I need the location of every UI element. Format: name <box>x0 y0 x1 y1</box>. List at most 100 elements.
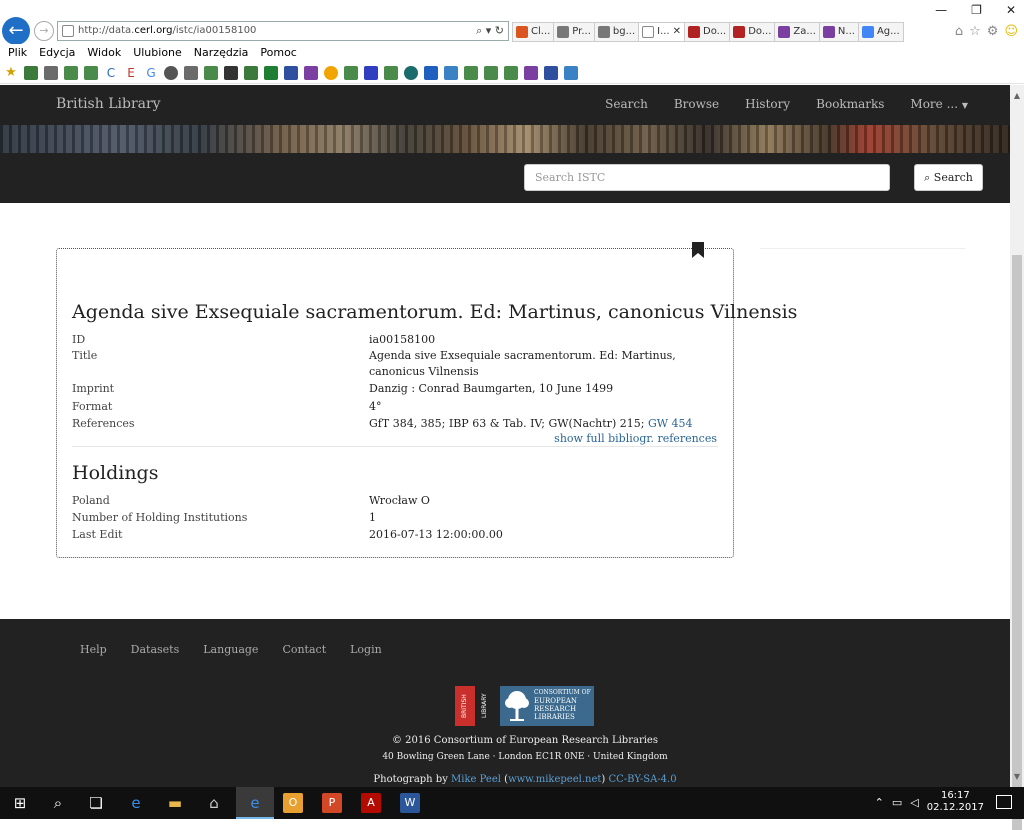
favorite-link-icon[interactable] <box>84 65 98 80</box>
menu-pomoc[interactable]: Pomoc <box>260 44 303 62</box>
search-icon[interactable]: ⌕ <box>48 793 68 813</box>
refresh-icon[interactable]: ↻ <box>495 24 504 37</box>
brand-link[interactable]: British Library <box>56 96 161 112</box>
home-icon[interactable]: ⌂ <box>955 24 963 39</box>
gear-icon[interactable]: ⚙ <box>987 24 999 39</box>
favorite-link-icon[interactable] <box>264 65 278 80</box>
favorite-link-icon[interactable] <box>224 65 238 80</box>
windows-start-icon[interactable]: ⊞ <box>10 793 30 813</box>
search-input[interactable]: Search ISTC <box>524 164 890 191</box>
favorite-link-icon[interactable] <box>484 65 498 80</box>
favorite-link-icon[interactable] <box>564 65 578 80</box>
browser-tab[interactable]: Do... <box>730 22 776 42</box>
dropdown-icon[interactable]: ▾ <box>486 24 492 37</box>
volume-icon[interactable]: ◁ <box>910 796 918 809</box>
favorite-link-icon[interactable]: E <box>124 66 138 80</box>
nav-history[interactable]: History <box>745 97 790 111</box>
favorites-star-icon[interactable]: ★ <box>4 65 18 80</box>
menu-edycja[interactable]: Edycja <box>39 44 82 62</box>
favorite-link-icon[interactable] <box>304 65 318 80</box>
gw-link[interactable]: GW 454 <box>648 417 693 430</box>
acrobat-icon[interactable]: A <box>361 793 381 813</box>
favorite-link-icon[interactable] <box>384 65 398 80</box>
favorite-link-icon[interactable] <box>324 65 338 80</box>
license-link[interactable]: CC-BY-SA-4.0 <box>608 774 676 785</box>
menu-plik[interactable]: Plik <box>8 44 34 62</box>
smiley-icon[interactable]: ☺ <box>1004 24 1018 39</box>
minimize-icon[interactable]: — <box>935 3 947 17</box>
favorite-link-icon[interactable]: G <box>144 66 158 80</box>
internet-explorer-icon[interactable]: e <box>245 793 265 813</box>
favorite-link-icon[interactable] <box>64 65 78 80</box>
vertical-scrollbar[interactable]: ▲ ▼ <box>1010 85 1024 830</box>
edge-icon[interactable]: e <box>126 793 146 813</box>
browser-tab[interactable]: bg... <box>594 22 640 42</box>
address-bar[interactable]: http://data.cerl.org/istc/ia00158100 ⌕ ▾… <box>57 21 509 41</box>
favorite-link-icon[interactable] <box>284 65 298 80</box>
browser-tab[interactable]: Pr... <box>554 22 595 42</box>
favorite-link-icon[interactable] <box>184 65 198 80</box>
browser-tab[interactable]: Do... <box>685 22 731 42</box>
nav-search[interactable]: Search <box>605 97 648 111</box>
photo-site-link[interactable]: www.mikepeel.net <box>508 774 601 785</box>
bookmark-icon[interactable] <box>692 242 704 258</box>
browser-tab[interactable]: N... <box>819 22 859 42</box>
nav-bookmarks[interactable]: Bookmarks <box>816 97 884 111</box>
scroll-up-icon[interactable]: ▲ <box>1010 91 1024 100</box>
search-button[interactable]: ⌕ Search <box>914 164 983 191</box>
favorite-link-icon[interactable] <box>364 65 378 80</box>
favorite-link-icon[interactable] <box>44 65 58 80</box>
back-button[interactable]: ← <box>2 17 30 45</box>
address-tools[interactable]: ⌕ ▾ ↻ <box>476 22 504 40</box>
menu-widok[interactable]: Widok <box>87 44 128 62</box>
menu-ulubione[interactable]: Ulubione <box>133 44 189 62</box>
footer-help[interactable]: Help <box>80 643 107 656</box>
show-references-link[interactable]: show full bibliogr. references <box>554 432 717 445</box>
footer-login[interactable]: Login <box>350 643 382 656</box>
footer-language[interactable]: Language <box>203 643 258 656</box>
favorite-link-icon[interactable] <box>444 65 458 80</box>
nav-more[interactable]: More ... ▼ <box>910 97 968 111</box>
photo-author-link[interactable]: Mike Peel <box>451 774 501 785</box>
nav-browse[interactable]: Browse <box>674 97 719 111</box>
close-tab-icon[interactable]: ✕ <box>673 23 681 41</box>
browser-tab-active[interactable]: I... ✕ <box>639 22 686 42</box>
browser-tab[interactable]: Za... <box>775 22 820 42</box>
menu-narzedzia[interactable]: Narzędzia <box>194 44 256 62</box>
browser-tab[interactable]: Cl... <box>512 22 555 42</box>
restore-icon[interactable]: ❐ <box>971 3 982 17</box>
footer-datasets[interactable]: Datasets <box>131 643 180 656</box>
favorite-link-icon[interactable] <box>24 65 38 80</box>
scroll-down-icon[interactable]: ▼ <box>1010 772 1024 781</box>
favorite-link-icon[interactable] <box>244 65 258 80</box>
favorite-link-icon[interactable] <box>164 65 178 80</box>
favorite-link-icon[interactable] <box>424 65 438 80</box>
store-icon[interactable]: ⌂ <box>204 793 224 813</box>
favorite-link-icon[interactable] <box>204 65 218 80</box>
scrollbar-thumb[interactable] <box>1012 255 1022 830</box>
favorite-link-icon[interactable] <box>544 65 558 80</box>
browser-tab[interactable]: Ag... <box>858 22 904 42</box>
task-view-icon[interactable]: ❏ <box>86 793 106 813</box>
british-library-logo[interactable]: BRITISH LIBRARY <box>455 686 488 726</box>
favorite-link-icon[interactable] <box>524 65 538 80</box>
favorites-star-icon[interactable]: ☆ <box>969 24 981 39</box>
word-icon[interactable]: W <box>400 793 420 813</box>
office-icon[interactable]: O <box>283 793 303 813</box>
chevron-up-icon[interactable]: ⌃ <box>875 796 884 809</box>
forward-button[interactable]: → <box>34 21 54 41</box>
notification-icon[interactable] <box>996 795 1012 809</box>
footer-contact[interactable]: Contact <box>282 643 326 656</box>
file-explorer-icon[interactable]: ▬ <box>165 793 185 813</box>
favorite-link-icon[interactable] <box>464 65 478 80</box>
search-icon[interactable]: ⌕ <box>476 24 482 37</box>
powerpoint-icon[interactable]: P <box>322 793 342 813</box>
network-icon[interactable]: ▭ <box>892 796 902 809</box>
close-window-icon[interactable]: ✕ <box>1006 3 1016 17</box>
favorite-link-icon[interactable] <box>504 65 518 80</box>
cerl-logo[interactable]: CONSORTIUM OF EUROPEAN RESEARCH LIBRARIE… <box>500 686 594 726</box>
favorite-link-icon[interactable]: C <box>104 66 118 80</box>
clock[interactable]: 16:17 02.12.2017 <box>927 790 984 814</box>
favorite-link-icon[interactable] <box>404 65 418 80</box>
favorite-link-icon[interactable] <box>344 65 358 80</box>
